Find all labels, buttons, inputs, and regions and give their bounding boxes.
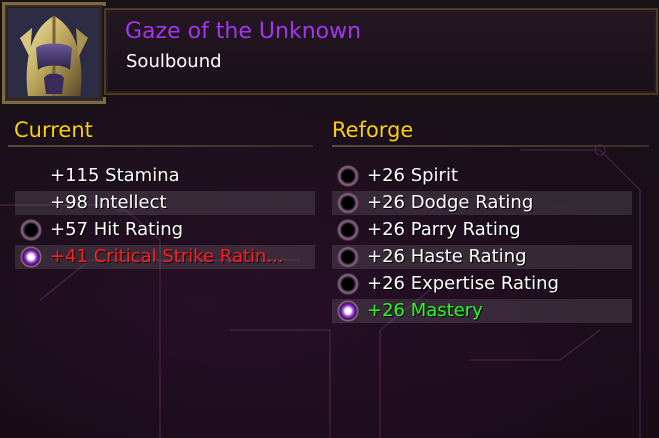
- current-stat-row[interactable]: +41 Critical Strike Ratin...: [15, 245, 315, 269]
- radio-unselected-icon[interactable]: [20, 219, 42, 241]
- reforge-option[interactable]: +26 Mastery: [332, 299, 632, 323]
- reforge-option-label: +26 Spirit: [367, 165, 459, 186]
- reforge-option[interactable]: +26 Haste Rating: [332, 245, 632, 269]
- reforge-divider: [332, 145, 649, 147]
- reforge-option[interactable]: +26 Spirit: [332, 164, 632, 188]
- reforge-option-label: +26 Mastery: [367, 300, 483, 321]
- current-heading: Current: [14, 118, 93, 142]
- radio-unselected-icon[interactable]: [337, 192, 359, 214]
- reforge-option-label: +26 Parry Rating: [367, 219, 521, 240]
- radio-selected-icon[interactable]: [337, 300, 359, 322]
- reforge-option[interactable]: +26 Parry Rating: [332, 218, 632, 242]
- radio-unselected-icon[interactable]: [337, 165, 359, 187]
- current-stat-row: +98 Intellect: [15, 191, 315, 215]
- radio-unselected-icon[interactable]: [337, 219, 359, 241]
- current-stat-row: +115 Stamina: [15, 164, 315, 188]
- reforge-option[interactable]: +26 Dodge Rating: [332, 191, 632, 215]
- golden-helm-icon: [8, 8, 100, 98]
- reforge-heading: Reforge: [332, 118, 414, 142]
- current-stat-label: +115 Stamina: [50, 165, 180, 186]
- current-stat-row[interactable]: +57 Hit Rating: [15, 218, 315, 242]
- item-icon-frame[interactable]: [2, 2, 106, 104]
- item-binding: Soulbound: [126, 51, 222, 72]
- item-name: Gaze of the Unknown: [125, 19, 362, 44]
- radio-unselected-icon[interactable]: [337, 246, 359, 268]
- current-stat-label: +57 Hit Rating: [50, 219, 184, 240]
- reforge-option-label: +26 Haste Rating: [367, 246, 527, 267]
- reforge-option-label: +26 Expertise Rating: [367, 273, 559, 294]
- current-stat-label: +41 Critical Strike Ratin...: [50, 246, 284, 267]
- radio-unselected-icon[interactable]: [337, 273, 359, 295]
- reforge-option-label: +26 Dodge Rating: [367, 192, 534, 213]
- radio-selected-icon[interactable]: [20, 246, 42, 268]
- reforge-option[interactable]: +26 Expertise Rating: [332, 272, 632, 296]
- current-stat-label: +98 Intellect: [50, 192, 167, 213]
- current-divider: [8, 145, 313, 147]
